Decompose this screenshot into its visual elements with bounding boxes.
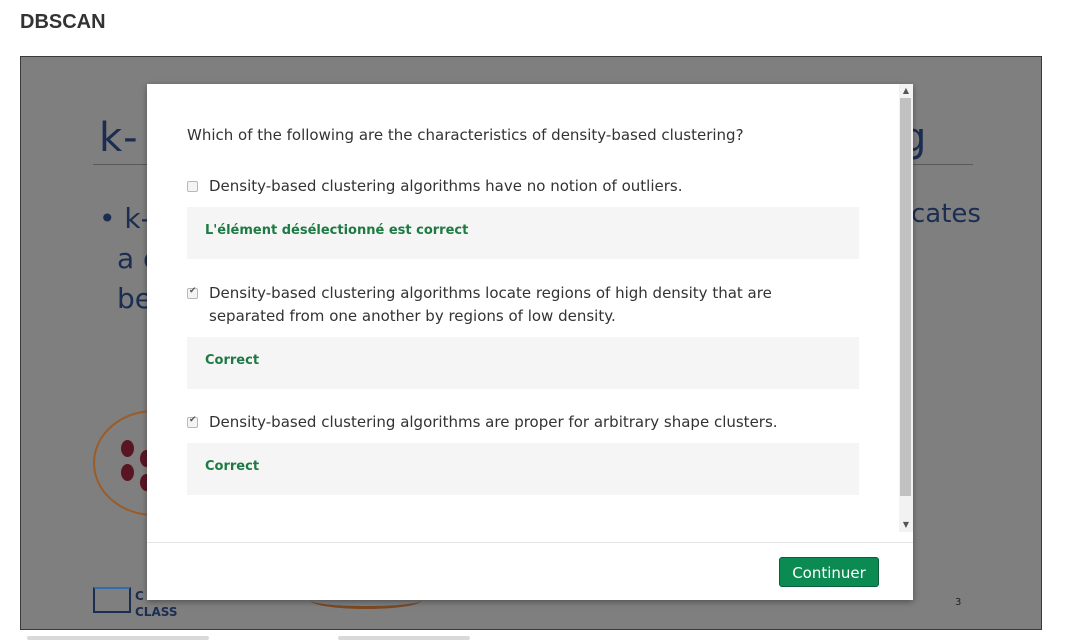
scrollbar-thumb[interactable] (900, 98, 911, 496)
quiz-footer: Continuer (147, 542, 913, 601)
continue-button[interactable]: Continuer (779, 557, 879, 587)
quiz-dialog: Which of the following are the character… (147, 84, 913, 600)
cluster-dot (121, 464, 134, 481)
bottom-tab-indicator (338, 636, 470, 640)
feedback-text: Correct (205, 353, 260, 368)
dialog-scrollbar[interactable]: ▲ ▼ (899, 84, 913, 532)
quiz-body: Which of the following are the character… (147, 84, 899, 532)
quiz-question: Which of the following are the character… (187, 126, 744, 144)
slide-title: k- (99, 115, 139, 161)
option-label[interactable]: Density-based clustering algorithms are … (209, 411, 849, 434)
arrow-up-icon[interactable]: ▲ (899, 84, 913, 98)
option-checkbox[interactable] (187, 181, 198, 192)
logo-icon (93, 587, 131, 613)
slide-number: 3 (955, 597, 962, 608)
option-label[interactable]: Density-based clustering algorithms loca… (209, 282, 849, 328)
arrow-down-icon[interactable]: ▼ (899, 518, 913, 532)
option-feedback: Correct (187, 443, 859, 495)
page-title: DBSCAN (20, 11, 106, 33)
slide-bullet-tail: cates (911, 199, 981, 229)
option-feedback: L'élément désélectionné est correct (187, 207, 859, 259)
check-icon[interactable] (187, 415, 198, 428)
check-icon[interactable] (187, 286, 198, 299)
option-feedback: Correct (187, 337, 859, 389)
cluster-dot (121, 440, 134, 457)
feedback-text: L'élément désélectionné est correct (205, 223, 469, 238)
bottom-tab-indicator (27, 636, 209, 640)
feedback-text: Correct (205, 459, 260, 474)
option-label[interactable]: Density-based clustering algorithms have… (209, 175, 849, 198)
